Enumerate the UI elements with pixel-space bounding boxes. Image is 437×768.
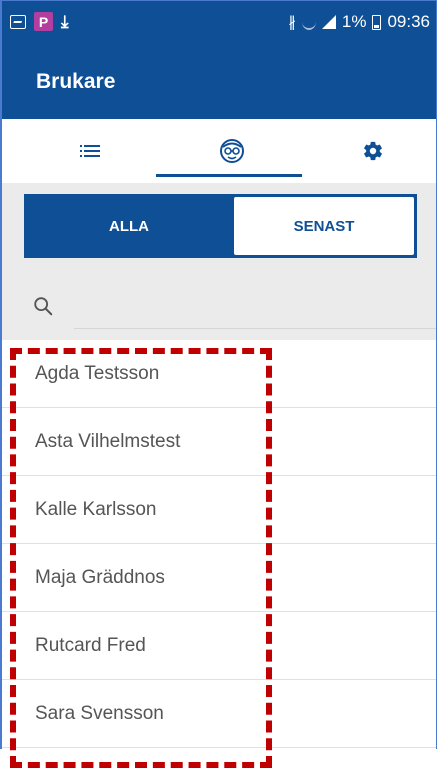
- list-item[interactable]: Asta Vilhelmstest: [2, 408, 436, 476]
- tab-settings[interactable]: [303, 119, 437, 183]
- recent-button[interactable]: SENAST: [234, 197, 414, 255]
- list-icon: [80, 144, 100, 158]
- list-item[interactable]: Maja Gräddnos: [2, 544, 436, 612]
- status-bar: P ⤓ ∦ 1% 09:36: [2, 1, 436, 43]
- search-input-underline: [74, 328, 436, 329]
- wifi-icon: [301, 14, 316, 30]
- user-list: Agda Testsson Asta Vilhelmstest Kalle Ka…: [2, 340, 436, 748]
- active-tab-indicator: [156, 174, 302, 177]
- battery-percent: 1%: [341, 12, 367, 31]
- gallery-icon: [10, 14, 26, 29]
- segmented-control: ALLA SENAST: [24, 194, 417, 258]
- bluetooth-icon: ∦: [288, 14, 296, 31]
- battery-icon: [372, 14, 382, 30]
- signal-icon: [321, 15, 336, 29]
- tab-list[interactable]: [22, 119, 162, 183]
- page-title: Brukare: [36, 70, 116, 93]
- parking-app-icon: P: [34, 12, 53, 31]
- elderly-user-icon: [219, 139, 244, 163]
- filter-area: ALLA SENAST: [2, 183, 436, 340]
- clock: 09:36: [387, 12, 430, 31]
- download-icon: ⤓: [61, 12, 69, 31]
- list-item[interactable]: Agda Testsson: [2, 340, 436, 408]
- app-bar: Brukare: [2, 43, 436, 119]
- all-button[interactable]: ALLA: [24, 194, 234, 258]
- search-icon: [34, 297, 53, 316]
- list-item[interactable]: Kalle Karlsson: [2, 476, 436, 544]
- gear-icon: [364, 141, 382, 161]
- search-bar[interactable]: [24, 283, 436, 329]
- list-item[interactable]: Rutcard Fred: [2, 612, 436, 680]
- list-item[interactable]: Sara Svensson: [2, 680, 436, 748]
